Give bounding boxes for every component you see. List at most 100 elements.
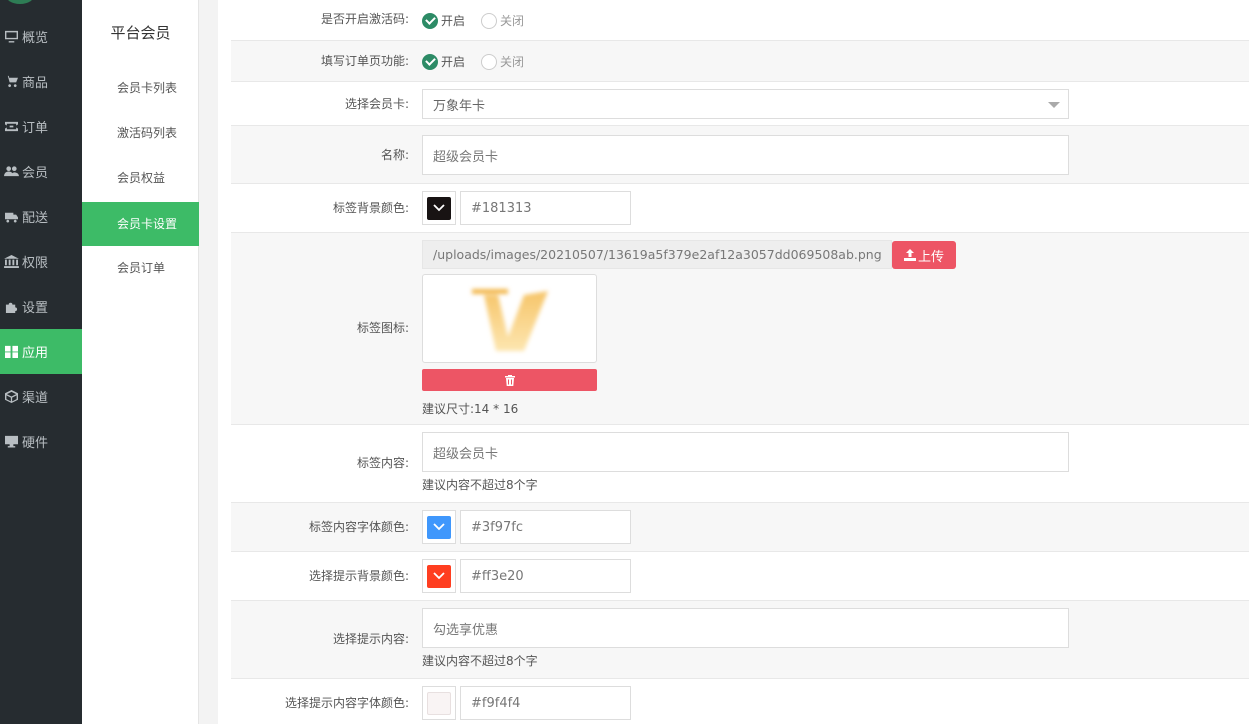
nav-item-settings[interactable]: 设置 [0, 284, 82, 329]
chevron-down-icon [433, 699, 445, 707]
radio-activation-off[interactable]: 关闭 [481, 12, 524, 29]
cube-icon [0, 390, 22, 403]
ticket-icon [0, 120, 22, 133]
tip-content-input[interactable]: 勾选享优惠 [422, 608, 1069, 648]
field-label: 名称: [380, 148, 409, 162]
name-input[interactable]: 超级会员卡 [422, 135, 1069, 175]
row-tag-content: 标签内容: 超级会员卡 建议内容不超过8个字 [231, 425, 1249, 503]
tag-font-color-input[interactable]: #3f97fc [460, 510, 631, 544]
nav-label: 商品 [22, 76, 49, 91]
field-label: 标签背景颜色: [332, 201, 409, 215]
main-content: 是否开启激活码: 开启 关闭 填写订单页功能: 开启 关闭 选择会员卡: 万象年… [218, 0, 1249, 724]
tip-content-hint: 建议内容不超过8个字 [422, 654, 538, 668]
color-swatch [427, 691, 451, 715]
tag-font-color-picker[interactable] [422, 510, 456, 544]
icon-path-input[interactable]: /uploads/images/20210507/13619a5f379e2af… [422, 240, 892, 269]
puzzle-icon [0, 300, 22, 313]
field-label: 标签图标: [356, 321, 409, 335]
nav-item-permissions[interactable]: 权限 [0, 239, 82, 284]
trash-icon [504, 374, 515, 386]
main-sidebar: 概览 商品 订单 会员 配送 权限 设置 应用 渠道 硬件 [0, 0, 82, 724]
sub-item-orders[interactable]: 会员订单 [82, 246, 199, 290]
row-tip-content: 选择提示内容: 勾选享优惠 建议内容不超过8个字 [231, 601, 1249, 679]
vip-v-logo [471, 288, 548, 351]
nav-label: 订单 [22, 121, 49, 136]
nav-label: 权限 [22, 256, 49, 271]
nav-item-hardware[interactable]: 硬件 [0, 419, 82, 464]
tag-bg-color-input[interactable]: #181313 [460, 191, 631, 225]
row-card-select: 选择会员卡: 万象年卡 [231, 82, 1249, 126]
nav-item-channels[interactable]: 渠道 [0, 374, 82, 419]
caret-down-icon [1048, 102, 1060, 108]
nav-item-products[interactable]: 商品 [0, 59, 82, 104]
nav-label: 应用 [22, 346, 49, 361]
tag-content-input[interactable]: 超级会员卡 [422, 432, 1069, 472]
users-icon [0, 165, 22, 178]
radio-unchecked-icon [481, 53, 497, 70]
delete-image-button[interactable] [422, 369, 597, 391]
nav-label: 配送 [22, 211, 49, 226]
row-tip-font-color: 选择提示内容字体颜色: #f9f4f4 [231, 679, 1249, 724]
sub-sidebar-title: 平台会员 [110, 24, 171, 42]
field-label: 选择提示内容字体颜色: [284, 696, 409, 710]
radio-checked-icon [422, 53, 438, 70]
truck-icon [0, 210, 22, 223]
row-tag-font-color: 标签内容字体颜色: #3f97fc [231, 503, 1249, 552]
radio-order-off[interactable]: 关闭 [481, 53, 524, 70]
row-tip-bg-color: 选择提示背景颜色: #ff3e20 [231, 552, 1249, 601]
row-name: 名称: 超级会员卡 [231, 126, 1249, 184]
field-label: 选择提示内容: [332, 632, 409, 646]
nav-item-apps[interactable]: 应用 [0, 329, 82, 374]
icon-preview-image [422, 274, 597, 363]
row-tag-bg-color: 标签背景颜色: #181313 [231, 184, 1249, 233]
field-label: 选择提示背景颜色: [308, 569, 409, 583]
tip-bg-color-input[interactable]: #ff3e20 [460, 559, 631, 593]
chevron-down-icon [433, 572, 445, 580]
radio-label: 关闭 [500, 55, 525, 69]
nav-item-members[interactable]: 会员 [0, 149, 82, 194]
upload-label: 上传 [917, 249, 944, 265]
field-label: 填写订单页功能: [320, 54, 409, 68]
desktop-icon [0, 435, 22, 448]
radio-label: 关闭 [500, 14, 525, 28]
sub-item-code-list[interactable]: 激活码列表 [82, 111, 199, 155]
upload-button[interactable]: 上传 [892, 241, 956, 269]
tip-bg-color-picker[interactable] [422, 559, 456, 593]
tip-font-color-picker[interactable] [422, 686, 456, 720]
card-select-dropdown[interactable]: 万象年卡 [422, 89, 1069, 119]
sub-item-card-list[interactable]: 会员卡列表 [82, 66, 199, 110]
cart-icon [0, 75, 22, 88]
radio-activation-on[interactable]: 开启 [422, 12, 465, 29]
sub-item-card-settings[interactable]: 会员卡设置 [82, 202, 199, 246]
radio-label: 开启 [441, 14, 466, 28]
nav-label: 概览 [22, 31, 49, 46]
chevron-down-icon [433, 523, 445, 531]
field-label: 标签内容: [356, 456, 409, 470]
bank-icon [0, 255, 22, 268]
color-swatch [427, 515, 451, 539]
nav-label: 会员 [22, 166, 49, 181]
row-activation-code: 是否开启激活码: 开启 关闭 [231, 0, 1249, 41]
nav-label: 硬件 [22, 436, 49, 451]
tag-bg-color-picker[interactable] [422, 191, 456, 225]
nav-item-delivery[interactable]: 配送 [0, 194, 82, 239]
apps-icon [0, 345, 22, 358]
color-swatch [427, 564, 451, 588]
row-order-page: 填写订单页功能: 开启 关闭 [231, 41, 1249, 82]
chevron-down-icon [433, 204, 445, 212]
radio-order-on[interactable]: 开启 [422, 53, 465, 70]
settings-form: 是否开启激活码: 开启 关闭 填写订单页功能: 开启 关闭 选择会员卡: 万象年… [231, 0, 1249, 724]
icon-size-hint: 建议尺寸:14 * 16 [422, 402, 519, 416]
radio-unchecked-icon [481, 12, 497, 29]
nav-item-overview[interactable]: 概览 [0, 14, 82, 59]
upload-icon [903, 249, 916, 261]
sub-item-benefits[interactable]: 会员权益 [82, 156, 199, 200]
field-label: 标签内容字体颜色: [308, 520, 409, 534]
row-tag-icon: 标签图标: /uploads/images/20210507/13619a5f3… [231, 233, 1249, 425]
color-swatch [427, 196, 451, 220]
nav-item-orders[interactable]: 订单 [0, 104, 82, 149]
gutter [200, 0, 218, 724]
logo [5, 0, 35, 4]
tip-font-color-input[interactable]: #f9f4f4 [460, 686, 631, 720]
sub-sidebar: 平台会员 会员卡列表 激活码列表 会员权益 会员卡设置 会员订单 [82, 0, 199, 724]
